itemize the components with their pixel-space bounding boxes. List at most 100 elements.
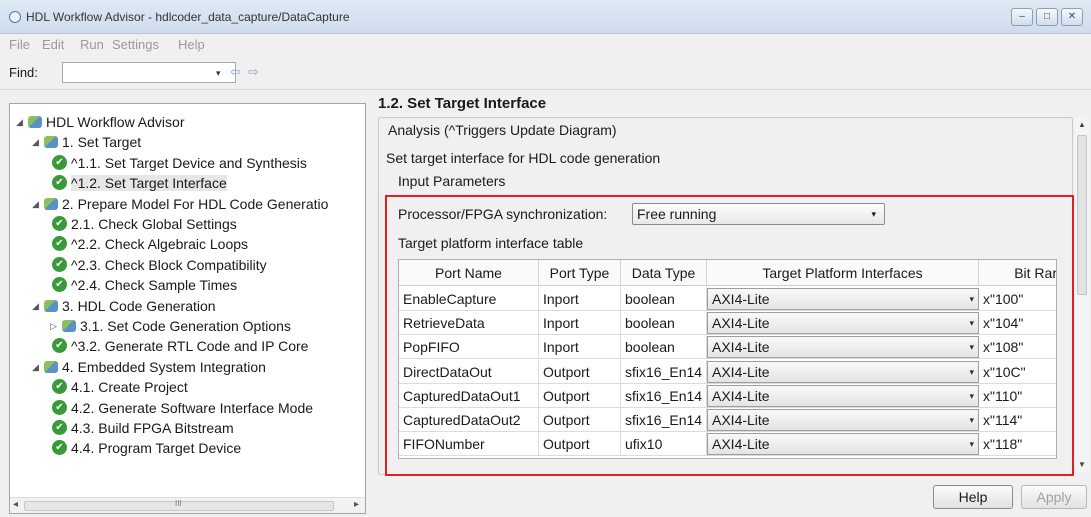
- tree-item[interactable]: ✔ 4.2. Generate Software Interface Mode: [50, 398, 313, 418]
- check-icon: ✔: [52, 256, 67, 272]
- apply-button[interactable]: Apply: [1021, 485, 1087, 509]
- expander-icon[interactable]: ◢: [16, 112, 26, 132]
- tree-item[interactable]: ✔ 4.1. Create Project: [50, 377, 188, 397]
- expander-icon[interactable]: ▷: [50, 316, 60, 336]
- expander-icon[interactable]: ◢: [32, 296, 42, 316]
- table-row[interactable]: PopFIFO Inport boolean AXI4-Lite ▾ x"108": [399, 335, 1056, 360]
- tree-horizontal-scrollbar[interactable]: ◂ III ▸: [10, 497, 365, 513]
- table-row[interactable]: CapturedDataOut2 Outport sfix16_En14 AXI4-L…: [399, 408, 1056, 432]
- bit-range-cell[interactable]: x"10C": [979, 360, 1056, 384]
- scroll-up-icon[interactable]: ▲: [1078, 120, 1086, 129]
- bit-range-cell[interactable]: x"104": [979, 311, 1056, 335]
- tree-item[interactable]: ◢ 1. Set Target: [32, 132, 141, 152]
- sync-dropdown[interactable]: Free running ▾: [632, 203, 885, 225]
- tree-item[interactable]: ◢ 3. HDL Code Generation: [32, 296, 216, 316]
- window-title: HDL Workflow Advisor - hdlcoder_data_cap…: [26, 10, 350, 24]
- menu-file[interactable]: File: [9, 37, 30, 52]
- sync-value: Free running: [637, 206, 717, 222]
- find-bar: Find: ▾ ⇦ ⇨: [0, 56, 1091, 90]
- table-row[interactable]: DirectDataOut Outport sfix16_En14 AXI4-Lite…: [399, 359, 1056, 384]
- table-row[interactable]: EnableCapture Inport boolean AXI4-Lite ▾ x"10…: [399, 287, 1056, 311]
- menu-settings[interactable]: Settings: [112, 37, 159, 52]
- maximize-button[interactable]: □: [1036, 8, 1058, 26]
- help-button[interactable]: Help: [933, 485, 1013, 509]
- table-row[interactable]: CapturedDataOut1 Outport sfix16_En14 AXI4-L…: [399, 383, 1056, 408]
- data-type-cell: sfix16_En14: [621, 383, 707, 408]
- pane-splitter[interactable]: [369, 230, 373, 350]
- tree-item[interactable]: ✔ ^3.2. Generate RTL Code and IP Core: [50, 336, 308, 356]
- expander-icon[interactable]: ◢: [32, 357, 42, 377]
- port-type-cell: Inport: [539, 335, 621, 360]
- bit-range-cell[interactable]: x"114": [979, 408, 1056, 432]
- check-icon: ✔: [52, 236, 67, 252]
- close-button[interactable]: ✕: [1061, 8, 1083, 26]
- expander-icon[interactable]: ◢: [32, 194, 42, 214]
- expander-icon[interactable]: ◢: [32, 132, 42, 152]
- chevron-down-icon: ▾: [969, 318, 974, 329]
- check-icon: ✔: [52, 420, 67, 435]
- find-input[interactable]: [62, 62, 236, 83]
- tree-item[interactable]: ▷ 3.1. Set Code Generation Options: [50, 316, 291, 336]
- bit-range-cell[interactable]: x"108": [979, 335, 1056, 359]
- bit-range-cell[interactable]: x"110": [979, 384, 1056, 408]
- col-bit-range[interactable]: Bit Rar: [979, 260, 1056, 286]
- table-row[interactable]: FIFONumber Outport ufix10 AXI4-Lite ▾ x"118": [399, 432, 1056, 457]
- minimize-button[interactable]: –: [1011, 8, 1033, 26]
- tree-item[interactable]: ◢ 2. Prepare Model For HDL Code Generatio: [32, 194, 328, 214]
- col-data-type[interactable]: Data Type: [621, 260, 707, 286]
- interface-dropdown[interactable]: AXI4-Lite ▾: [707, 384, 979, 407]
- scroll-left-icon[interactable]: ◂: [13, 499, 18, 510]
- right-vertical-scrollbar[interactable]: ▲ ▼: [1075, 117, 1089, 472]
- task-folder-icon: [44, 197, 58, 210]
- tree-item[interactable]: ✔ ^1.1. Set Target Device and Synthesis: [50, 153, 307, 173]
- tree-item-label: 4.3. Build FPGA Bitstream: [71, 420, 234, 436]
- tree-item-label: 2.1. Check Global Settings: [71, 216, 237, 232]
- scroll-thumb[interactable]: [1077, 135, 1087, 295]
- tree-item-label: ^1.1. Set Target Device and Synthesis: [71, 154, 307, 171]
- col-port-type[interactable]: Port Type: [539, 260, 621, 286]
- interface-value: AXI4-Lite: [712, 339, 770, 356]
- interface-dropdown[interactable]: AXI4-Lite ▾: [707, 409, 979, 431]
- scroll-down-icon[interactable]: ▼: [1078, 460, 1086, 469]
- chevron-down-icon: ▾: [969, 342, 974, 353]
- tree-item[interactable]: ✔ 4.3. Build FPGA Bitstream: [50, 418, 234, 438]
- tree-item[interactable]: ✔ 4.4. Program Target Device: [50, 438, 241, 458]
- port-name-cell: CapturedDataOut2: [399, 408, 539, 432]
- find-previous-icon[interactable]: ⇦: [230, 64, 241, 80]
- input-parameters-label: Input Parameters: [398, 173, 506, 189]
- tree-item[interactable]: ◢ HDL Workflow Advisor: [16, 112, 184, 132]
- bit-range-cell[interactable]: x"100": [979, 287, 1056, 311]
- chevron-down-icon: ▾: [969, 390, 974, 401]
- menu-edit[interactable]: Edit: [42, 37, 64, 52]
- table-row[interactable]: RetrieveData Inport boolean AXI4-Lite ▾ x"104…: [399, 311, 1056, 336]
- tree-item-label: 3. HDL Code Generation: [62, 297, 216, 314]
- tree-item-label: 1. Set Target: [62, 134, 142, 151]
- col-port-name[interactable]: Port Name: [399, 260, 539, 286]
- tree-item[interactable]: ✔ ^2.4. Check Sample Times: [50, 275, 237, 295]
- menu-help[interactable]: Help: [178, 37, 205, 52]
- find-next-icon[interactable]: ⇨: [248, 64, 259, 80]
- interface-dropdown[interactable]: AXI4-Lite ▾: [707, 360, 979, 383]
- scroll-thumb[interactable]: III: [24, 499, 334, 511]
- tree-item-label: 4. Embedded System Integration: [62, 358, 266, 375]
- interface-dropdown[interactable]: AXI4-Lite ▾: [707, 312, 979, 335]
- menu-run[interactable]: Run: [80, 37, 104, 52]
- col-target-interface[interactable]: Target Platform Interfaces: [707, 260, 979, 286]
- tree-item-label: ^1.2. Set Target Interface: [71, 175, 227, 192]
- tree-item[interactable]: ◢ 4. Embedded System Integration: [32, 357, 266, 377]
- interface-value: AXI4-Lite: [712, 412, 770, 428]
- port-type-cell: Inport: [539, 311, 621, 336]
- tree-item[interactable]: ✔ ^1.2. Set Target Interface: [50, 173, 227, 193]
- task-title: 1.2. Set Target Interface: [378, 95, 547, 112]
- chevron-down-icon: ▾: [871, 209, 876, 219]
- port-type-cell: Outport: [539, 383, 621, 408]
- bit-range-cell[interactable]: x"118": [979, 432, 1056, 456]
- interface-dropdown[interactable]: AXI4-Lite ▾: [707, 433, 979, 456]
- tree-item[interactable]: ✔ ^2.3. Check Block Compatibility: [50, 255, 267, 275]
- interface-dropdown[interactable]: AXI4-Lite ▾: [707, 336, 979, 359]
- find-dropdown-icon[interactable]: ▾: [216, 68, 221, 79]
- tree-item[interactable]: ✔ ^2.2. Check Algebraic Loops: [50, 234, 248, 254]
- interface-dropdown[interactable]: AXI4-Lite ▾: [707, 288, 979, 310]
- scroll-right-icon[interactable]: ▸: [354, 499, 359, 510]
- tree-item[interactable]: ✔ 2.1. Check Global Settings: [50, 214, 237, 234]
